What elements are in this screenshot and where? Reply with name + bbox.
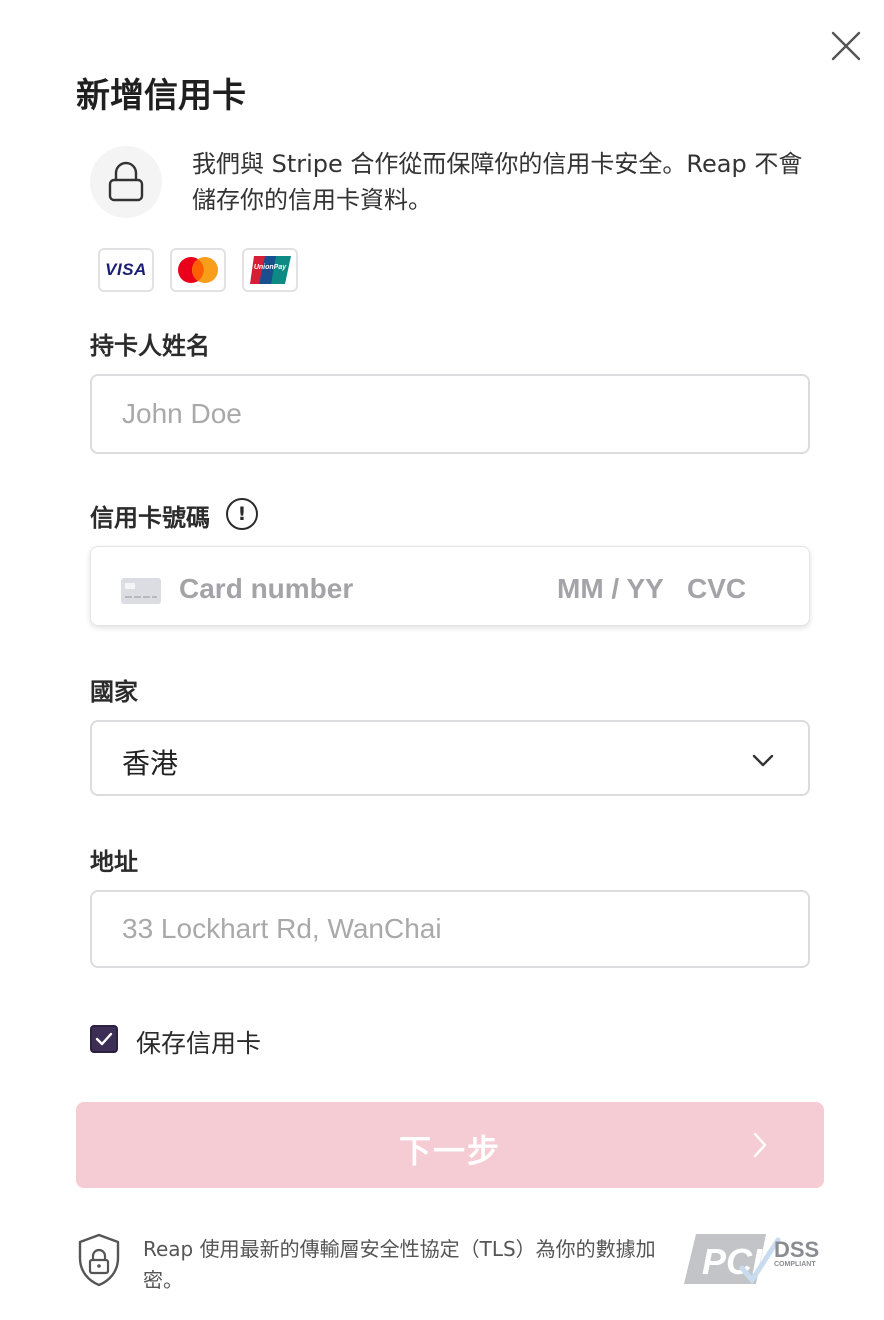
close-icon <box>831 31 861 61</box>
save-card-checkbox[interactable] <box>90 1025 118 1053</box>
unionpay-logo-text: UnionPay <box>254 264 287 271</box>
save-card-label[interactable]: 保存信用卡 <box>136 1024 261 1060</box>
next-button[interactable]: 下一步 <box>76 1102 824 1188</box>
info-icon[interactable]: ! <box>226 498 258 530</box>
cardholder-input[interactable] <box>90 374 810 454</box>
dss-text: DSS <box>774 1237 819 1262</box>
mastercard-logo <box>170 248 226 292</box>
mastercard-icon <box>178 257 218 283</box>
visa-logo-text: VISA <box>105 260 147 279</box>
visa-logo: VISA <box>98 248 154 292</box>
card-number-field[interactable]: Card number MM / YY CVC <box>90 546 810 626</box>
card-number-placeholder[interactable]: Card number <box>179 573 353 605</box>
credit-card-icon <box>121 578 161 604</box>
security-notice: 我們與 Stripe 合作從而保障你的信用卡安全。Reap 不會儲存你的信用卡資… <box>192 150 803 214</box>
cardholder-label: 持卡人姓名 <box>90 332 210 360</box>
unionpay-logo: UnionPay <box>242 248 298 292</box>
unionpay-icon: UnionPay <box>250 256 291 284</box>
card-expiry-placeholder[interactable]: MM / YY <box>557 573 664 605</box>
checkmark-icon <box>95 1032 113 1046</box>
address-label: 地址 <box>90 848 138 876</box>
close-button[interactable] <box>826 26 866 66</box>
lock-icon <box>108 161 144 202</box>
shield-lock-icon <box>78 1233 120 1287</box>
lock-badge <box>90 146 162 218</box>
compliant-text: COMPLIANT <box>774 1261 816 1268</box>
country-select[interactable]: 香港 <box>90 720 810 796</box>
card-cvc-placeholder[interactable]: CVC <box>687 573 746 605</box>
next-button-label: 下一步 <box>398 1133 501 1169</box>
tls-notice: Reap 使用最新的傳輸層安全性協定（TLS）為你的數據加密。 <box>143 1237 656 1292</box>
card-number-label: 信用卡號碼 <box>90 504 210 532</box>
chevron-right-icon <box>753 1132 767 1158</box>
address-input[interactable] <box>90 890 810 968</box>
chevron-down-icon <box>752 754 774 767</box>
pci-dss-badge: PCI DSS COMPLIANT <box>684 1234 819 1285</box>
dialog-title: 新增信用卡 <box>76 76 246 116</box>
country-value: 香港 <box>122 747 179 780</box>
country-label: 國家 <box>90 678 138 706</box>
